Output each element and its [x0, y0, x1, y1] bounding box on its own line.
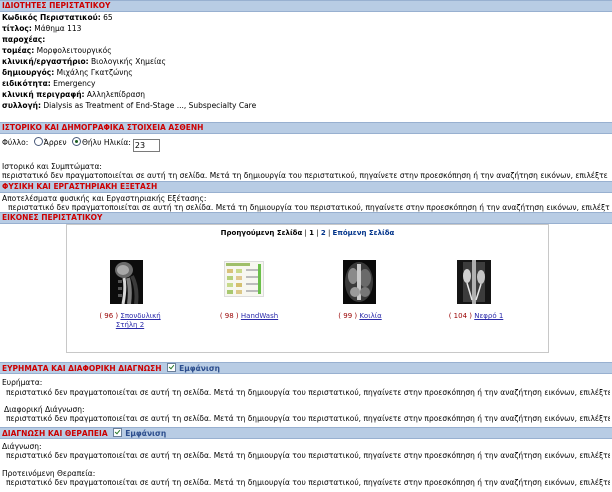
- thumbnail-kidney[interactable]: [457, 260, 491, 304]
- property-row-code: Κωδικός Περιστατικού: 65: [2, 13, 113, 23]
- show-findings-checkbox[interactable]: [167, 363, 177, 372]
- image-number: ( 96 ): [99, 312, 119, 320]
- image-number: ( 104 ): [448, 312, 472, 320]
- section-title: ΕΙΚΟΝΕΣ ΠΕΡΙΣΤΑΤΙΚΟΥ: [2, 213, 103, 222]
- property-label: παροχέας:: [2, 35, 46, 44]
- handwash-poster-image: [225, 262, 263, 296]
- section-title: ΙΔΙΟΤΗΤΕΣ ΠΕΡΙΣΤΑΤΙΚΟΥ: [2, 1, 111, 10]
- property-value: Βιολογικής Χημείας: [88, 57, 166, 66]
- show-diagnosis-label[interactable]: Εμφάνιση: [125, 429, 166, 438]
- findings-text: περιστατικό δεν πραγματοποιείται σε αυτή…: [6, 388, 610, 397]
- section-title: ΙΣΤΟΡΙΚΟ ΚΑΙ ΔΗΜΟΓΡΑΦΙΚΑ ΣΤΟΙΧΕΙΑ ΑΣΘΕΝΗ: [2, 123, 204, 132]
- property-row-sector: τομέας: Μορφολειτουργικός: [2, 46, 112, 56]
- sex-label: Φύλλο:: [2, 138, 29, 147]
- property-value: Μάθημα 113: [31, 24, 82, 33]
- abdomen-mri-image: [343, 260, 376, 304]
- property-value: Emergency: [50, 79, 96, 88]
- case-page: ΙΔΙΟΤΗΤΕΣ ΠΕΡΙΣΤΑΤΙΚΟΥ Κωδικός Περιστατι…: [0, 0, 612, 492]
- property-value: Dialysis as Treatment of End-Stage ..., …: [41, 101, 257, 110]
- section-header-history: ΙΣΤΟΡΙΚΟ ΚΑΙ ΔΗΜΟΓΡΑΦΙΚΑ ΣΤΟΙΧΕΙΑ ΑΣΘΕΝΗ: [0, 122, 612, 134]
- thumbnail-caption-abdomen: ( 99 ) Κοιλία: [329, 312, 391, 321]
- differential-text: περιστατικό δεν πραγματοποιείται σε αυτή…: [6, 414, 610, 423]
- section-title: ΕΥΡΗΜΑΤΑ ΚΑΙ ΔΙΑΦΟΡΙΚΗ ΔΙΑΓΝΩΣΗ: [2, 364, 162, 373]
- thumbnail-spine[interactable]: [110, 260, 143, 304]
- demographics-row: Φύλλο: Άρρεν Θήλυ Ηλικία: 23: [2, 137, 160, 152]
- sex-female-label: Θήλυ: [82, 138, 102, 147]
- section-header-properties: ΙΔΙΟΤΗΤΕΣ ΠΕΡΙΣΤΑΤΙΚΟΥ: [0, 0, 612, 12]
- property-row-title: τίτλος: Μάθημα 113: [2, 24, 81, 34]
- property-label: Κωδικός Περιστατικού:: [2, 13, 101, 22]
- section-header-findings: ΕΥΡΗΜΑΤΑ ΚΑΙ ΔΙΑΦΟΡΙΚΗ ΔΙΑΓΝΩΣΗ Εμφάνιση: [0, 362, 612, 374]
- property-label: κλινική/εργαστήριο:: [2, 57, 89, 66]
- page-1-link[interactable]: 1: [309, 229, 314, 237]
- spine-mri-image: [110, 260, 143, 304]
- pager-separator: |: [316, 229, 319, 237]
- sex-female-radio[interactable]: [72, 137, 81, 146]
- age-input[interactable]: 23: [132, 139, 160, 152]
- page-2-link[interactable]: 2: [321, 229, 326, 237]
- section-title: ΔΙΑΓΝΩΣΗ ΚΑΙ ΘΕΡΑΠΕΙΑ: [2, 429, 108, 438]
- property-value: Μορφολειτουργικός: [34, 46, 112, 55]
- property-value: Μιχάλης Γκατζώνης: [54, 68, 133, 77]
- property-row-description: κλινική περιγραφή: Αλληλεπίδραση: [2, 90, 145, 100]
- section-header-images: ΕΙΚΟΝΕΣ ΠΕΡΙΣΤΑΤΙΚΟΥ: [0, 212, 612, 224]
- thumbnail-handwash[interactable]: [224, 261, 264, 297]
- section-header-exam: ΦΥΣΙΚΗ ΚΑΙ ΕΡΓΑΣΤΗΡΙΑΚΗ ΕΞΕΤΑΣΗ: [0, 181, 612, 193]
- pager-separator: |: [327, 229, 331, 237]
- property-label: συλλογή:: [2, 101, 41, 110]
- property-label: δημιουργός:: [2, 68, 55, 77]
- next-page-link[interactable]: Επόμενη Σελίδα: [333, 229, 395, 237]
- property-row-creator: δημιουργός: Μιχάλης Γκατζώνης: [2, 68, 133, 78]
- history-text: περιστατικό δεν πραγματοποιείται σε αυτή…: [2, 171, 610, 180]
- thumbnail-caption-kidney: ( 104 ) Νεφρό 1: [443, 312, 509, 321]
- age-label: Ηλικία:: [103, 138, 131, 147]
- thumbnail-caption-spine: ( 96 ) Σπονδυλική Στήλη 2: [97, 312, 163, 330]
- section-title: ΦΥΣΙΚΗ ΚΑΙ ΕΡΓΑΣΤΗΡΙΑΚΗ ΕΞΕΤΑΣΗ: [2, 182, 158, 191]
- property-row-collection: συλλογή: Dialysis as Treatment of End-St…: [2, 101, 256, 111]
- prev-page-link[interactable]: Προηγούμενη Σελίδα: [221, 229, 303, 237]
- show-findings-label[interactable]: Εμφάνιση: [179, 364, 220, 373]
- therapy-text: περιστατικό δεν πραγματοποιείται σε αυτή…: [6, 478, 610, 487]
- property-row-clinic: κλινική/εργαστήριο: Βιολογικής Χημείας: [2, 57, 166, 67]
- image-link-handwash[interactable]: HandWash: [241, 312, 278, 320]
- image-link-spine[interactable]: Σπονδυλική: [120, 312, 160, 320]
- findings-label: Ευρήματα:: [2, 378, 43, 387]
- diagnosis-text: περιστατικό δεν πραγματοποιείται σε αυτή…: [6, 451, 610, 460]
- property-label: ειδικότητα:: [2, 79, 51, 88]
- thumbnail-caption-handwash: ( 98 ) HandWash: [213, 312, 285, 321]
- property-label: κλινική περιγραφή:: [2, 90, 85, 99]
- property-label: τίτλος:: [2, 24, 32, 33]
- pager-separator: |: [304, 229, 307, 237]
- property-value: 65: [100, 13, 113, 22]
- image-number: ( 98 ): [219, 312, 239, 320]
- section-header-diagnosis: ΔΙΑΓΝΩΣΗ ΚΑΙ ΘΕΡΑΠΕΙΑ Εμφάνιση: [0, 427, 612, 439]
- sex-male-label: Άρρεν: [43, 138, 67, 147]
- image-link-abdomen[interactable]: Κοιλία: [359, 312, 381, 320]
- gallery-pager: Προηγούμενη Σελίδα | 1 | 2 | Επόμενη Σελ…: [67, 229, 548, 237]
- image-link-kidney[interactable]: Νεφρό 1: [474, 312, 503, 320]
- property-value: Αλληλεπίδραση: [84, 90, 146, 99]
- kidney-xray-image: [457, 260, 491, 304]
- image-gallery: Προηγούμενη Σελίδα | 1 | 2 | Επόμενη Σελ…: [66, 224, 549, 353]
- property-row-provider: παροχέας:: [2, 35, 45, 45]
- image-link-spine-line2[interactable]: Στήλη 2: [116, 321, 144, 329]
- property-label: τομέας:: [2, 46, 35, 55]
- show-diagnosis-checkbox[interactable]: [113, 428, 123, 437]
- sex-male-radio[interactable]: [33, 137, 43, 146]
- property-row-specialty: ειδικότητα: Emergency: [2, 79, 95, 89]
- image-number: ( 99 ): [338, 312, 358, 320]
- thumbnail-abdomen[interactable]: [343, 260, 376, 304]
